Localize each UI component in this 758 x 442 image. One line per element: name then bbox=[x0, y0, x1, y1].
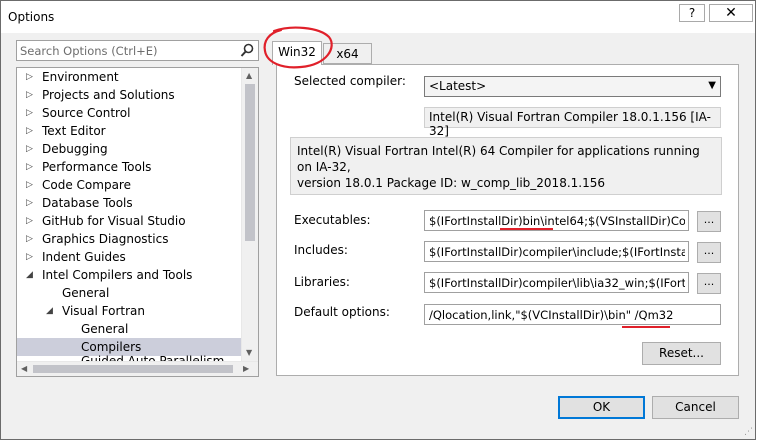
tree-item-label: Graphics Diagnostics bbox=[42, 232, 169, 246]
tree-item-label: Text Editor bbox=[42, 124, 106, 138]
executables-field[interactable] bbox=[424, 210, 689, 231]
tree-item-text-editor[interactable]: ▷ Text Editor bbox=[17, 122, 241, 140]
tree-item-github-for-visual-studio[interactable]: ▷ GitHub for Visual Studio bbox=[17, 212, 241, 230]
tree-item-projects-and-solutions[interactable]: ▷ Projects and Solutions bbox=[17, 86, 241, 104]
default-options-label: Default options: bbox=[294, 305, 390, 319]
scrollbar-thumb[interactable] bbox=[245, 84, 255, 241]
expand-arrow-icon[interactable]: ▷ bbox=[26, 176, 33, 194]
scroll-up-icon[interactable]: ▲ bbox=[246, 71, 252, 80]
expand-arrow-icon[interactable]: ▷ bbox=[26, 140, 33, 158]
description-line: Intel(R) Visual Fortran Intel(R) 64 Comp… bbox=[297, 144, 700, 174]
expand-arrow-icon[interactable]: ▷ bbox=[26, 68, 33, 86]
window-title: Options bbox=[8, 10, 55, 24]
scroll-right-icon[interactable]: ▶ bbox=[243, 364, 249, 373]
default-options-field[interactable] bbox=[424, 304, 721, 325]
tab-x64[interactable]: x64 bbox=[323, 43, 372, 64]
tree-vertical-scrollbar[interactable]: ▲ ▼ bbox=[241, 68, 258, 361]
tree-item-label: General bbox=[62, 286, 110, 300]
libraries-field[interactable] bbox=[424, 272, 689, 293]
expand-arrow-icon[interactable]: ▷ bbox=[26, 122, 33, 140]
compiler-settings-panel: Selected compiler: <Latest> ▼ Intel(R) V… bbox=[276, 64, 739, 376]
tree-item-label: Visual Fortran bbox=[62, 304, 145, 318]
tree-item-code-compare[interactable]: ▷ Code Compare bbox=[17, 176, 241, 194]
tree-item-environment[interactable]: ▷ Environment bbox=[17, 68, 241, 86]
selected-compiler-value: <Latest> bbox=[429, 79, 487, 93]
description-line: version 18.0.1 Package ID: w_comp_lib_20… bbox=[297, 176, 605, 190]
tab-win32[interactable]: Win32 bbox=[272, 41, 322, 65]
tree-item-indent-guides[interactable]: ▷ Indent Guides bbox=[17, 248, 241, 266]
search-icon[interactable] bbox=[240, 43, 254, 58]
tree-item-debugging[interactable]: ▷ Debugging bbox=[17, 140, 241, 158]
tree-item-performance-tools[interactable]: ▷ Performance Tools bbox=[17, 158, 241, 176]
close-button[interactable]: ✕ bbox=[709, 4, 753, 22]
includes-label: Includes: bbox=[294, 243, 348, 257]
collapse-arrow-icon[interactable]: ◢ bbox=[46, 302, 53, 320]
tree-item-graphics-diagnostics[interactable]: ▷ Graphics Diagnostics bbox=[17, 230, 241, 248]
resize-grip-icon[interactable]: ⋰ bbox=[744, 427, 753, 437]
tree-item-fortran-general[interactable]: General bbox=[17, 320, 241, 338]
chevron-down-icon[interactable]: ▼ bbox=[708, 80, 716, 91]
expand-arrow-icon[interactable]: ▷ bbox=[26, 248, 33, 266]
title-bar: Options ? ✕ bbox=[1, 1, 755, 33]
scroll-left-icon[interactable]: ◀ bbox=[21, 364, 27, 373]
tree-item-database-tools[interactable]: ▷ Database Tools bbox=[17, 194, 241, 212]
cancel-button[interactable]: Cancel bbox=[652, 396, 739, 419]
search-input[interactable] bbox=[20, 43, 230, 58]
expand-arrow-icon[interactable]: ▷ bbox=[26, 230, 33, 248]
tree-item-label: General bbox=[81, 322, 129, 336]
selected-compiler-dropdown[interactable]: <Latest> ▼ bbox=[424, 76, 721, 97]
includes-browse-button[interactable]: ... bbox=[697, 242, 721, 263]
annotation-underline-qm32 bbox=[622, 326, 670, 328]
libraries-browse-button[interactable]: ... bbox=[697, 273, 721, 294]
expand-arrow-icon[interactable]: ▷ bbox=[26, 104, 33, 122]
options-tree: ▷ Environment ▷ Projects and Solutions ▷ So… bbox=[16, 67, 259, 377]
tree-item-label: Debugging bbox=[42, 142, 108, 156]
tree-horizontal-scrollbar[interactable]: ◀ ▶ bbox=[17, 361, 258, 376]
tree-item-visual-fortran[interactable]: ◢ Visual Fortran bbox=[17, 302, 241, 320]
scrollbar-thumb[interactable] bbox=[33, 365, 233, 373]
tree-item-label: Projects and Solutions bbox=[42, 88, 175, 102]
tree-item-label: Performance Tools bbox=[42, 160, 152, 174]
tree-item-label: GitHub for Visual Studio bbox=[42, 214, 186, 228]
search-box[interactable] bbox=[16, 40, 259, 61]
ok-button[interactable]: OK bbox=[558, 396, 645, 419]
libraries-input[interactable] bbox=[429, 275, 685, 290]
tree-item-label: Database Tools bbox=[42, 196, 133, 210]
tree-item-source-control[interactable]: ▷ Source Control bbox=[17, 104, 241, 122]
reset-button[interactable]: Reset... bbox=[642, 342, 721, 365]
executables-input[interactable] bbox=[429, 213, 685, 228]
compiler-description: Intel(R) Visual Fortran Intel(R) 64 Comp… bbox=[290, 137, 722, 195]
executables-label: Executables: bbox=[294, 213, 371, 227]
includes-input[interactable] bbox=[429, 244, 685, 259]
expand-arrow-icon[interactable]: ▷ bbox=[26, 212, 33, 230]
help-button[interactable]: ? bbox=[679, 4, 705, 22]
tree-item-label: Indent Guides bbox=[42, 250, 126, 264]
tree-rows: ▷ Environment ▷ Projects and Solutions ▷ So… bbox=[17, 68, 241, 370]
tree-item-intel-general[interactable]: General bbox=[17, 284, 241, 302]
libraries-label: Libraries: bbox=[294, 275, 350, 289]
selected-compiler-label: Selected compiler: bbox=[294, 74, 406, 88]
tree-item-label: Environment bbox=[42, 70, 119, 84]
expand-arrow-icon[interactable]: ▷ bbox=[26, 86, 33, 104]
compiler-version-field: Intel(R) Visual Fortran Compiler 18.0.1.… bbox=[424, 107, 721, 138]
default-options-input[interactable] bbox=[429, 307, 715, 322]
collapse-arrow-icon[interactable]: ◢ bbox=[26, 266, 33, 284]
options-dialog: Options ? ✕ ▷ Environment ▷ Projects and S… bbox=[0, 0, 756, 440]
expand-arrow-icon[interactable]: ▷ bbox=[26, 158, 33, 176]
tree-item-intel-compilers-and-tools[interactable]: ◢ Intel Compilers and Tools bbox=[17, 266, 241, 284]
scroll-down-icon[interactable]: ▼ bbox=[246, 348, 252, 357]
expand-arrow-icon[interactable]: ▷ bbox=[26, 194, 33, 212]
executables-browse-button[interactable]: ... bbox=[697, 211, 721, 232]
tree-item-label: Intel Compilers and Tools bbox=[42, 268, 193, 282]
includes-field[interactable] bbox=[424, 241, 689, 262]
tree-item-label: Code Compare bbox=[42, 178, 131, 192]
tree-item-label: Source Control bbox=[42, 106, 131, 120]
